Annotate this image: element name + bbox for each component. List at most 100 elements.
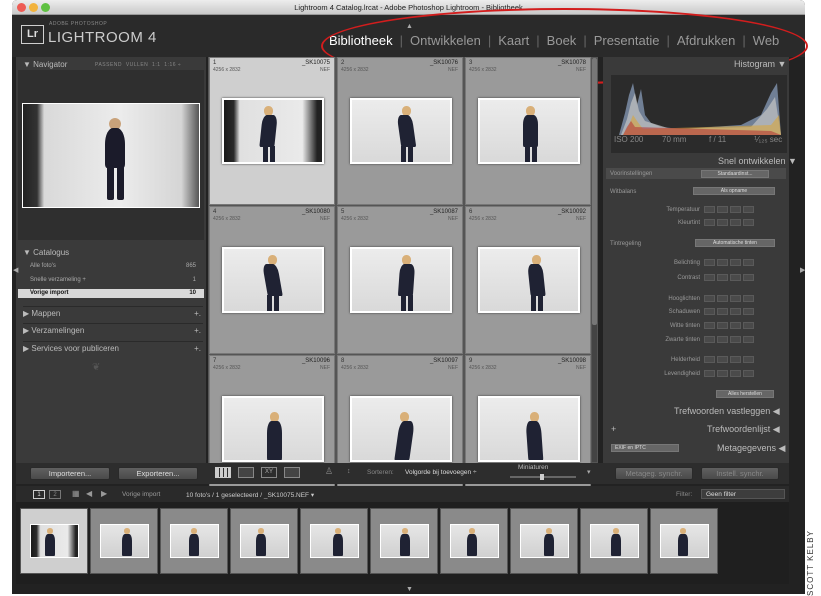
thumbnail-size-slider[interactable] bbox=[510, 474, 576, 480]
sort-select[interactable]: Volgorde bij toevoegen ÷ bbox=[405, 469, 477, 476]
bottom-panel-toggle-icon[interactable]: ▼ bbox=[406, 586, 413, 593]
thumbnail-size-slider-knob[interactable] bbox=[540, 474, 544, 480]
navigator-zoom-options[interactable]: PASSEND VULLEN 1:1 1:16 ÷ bbox=[95, 62, 181, 68]
section-mappen[interactable]: ▶ Mappen +. bbox=[23, 306, 203, 318]
grid-cell[interactable]: 4 _SK10080 4256 x 2832 NEF bbox=[209, 206, 335, 354]
left-panel-toggle-icon[interactable]: ◀ bbox=[13, 266, 18, 274]
reset-all-button[interactable]: Alles herstellen bbox=[716, 390, 774, 398]
presets-label: Voorinstellingen bbox=[610, 171, 653, 177]
cell-thumbnail[interactable] bbox=[478, 247, 580, 313]
keywording-header[interactable]: Trefwoorden vastleggen ◀ bbox=[674, 406, 780, 417]
cell-thumbnail[interactable] bbox=[222, 247, 324, 313]
top-panel-toggle-icon[interactable]: ▲ bbox=[406, 23, 413, 30]
loupe-view-icon[interactable] bbox=[238, 467, 254, 478]
sync-metadata-button[interactable]: Metageg. synchr. bbox=[615, 467, 693, 480]
toolbar-menu-chevron-icon[interactable]: ▾ bbox=[587, 468, 591, 476]
filmstrip-item[interactable] bbox=[160, 508, 228, 574]
filmstrip-thumbnail[interactable] bbox=[380, 524, 429, 558]
source-label[interactable]: Vorige import bbox=[122, 491, 160, 498]
highlights-buttons[interactable] bbox=[704, 295, 754, 302]
temperature-buttons[interactable] bbox=[704, 206, 754, 213]
catalog-item-all-photos[interactable]: Alle foto's 865 bbox=[18, 262, 204, 271]
grid-scrollbar[interactable] bbox=[592, 58, 597, 462]
cell-thumbnail[interactable] bbox=[350, 98, 452, 164]
filmstrip-thumbnail[interactable] bbox=[450, 524, 499, 558]
grid-toggle-icon[interactable]: ▦ bbox=[72, 489, 80, 498]
keyword-list-add-icon[interactable]: + bbox=[611, 424, 616, 434]
sort-direction-icon[interactable]: ↕ bbox=[347, 468, 351, 475]
exposure-buttons[interactable] bbox=[704, 259, 754, 266]
tint-buttons[interactable] bbox=[704, 219, 754, 226]
main-screen-button[interactable]: 1 bbox=[33, 490, 45, 499]
clarity-buttons[interactable] bbox=[704, 356, 754, 363]
grid-scrollbar-thumb[interactable] bbox=[592, 58, 597, 325]
sync-settings-button[interactable]: Instell. synchr. bbox=[701, 467, 779, 480]
compare-view-icon[interactable]: XY bbox=[261, 467, 277, 478]
catalog-item-previous-import[interactable]: Vorige import 10 bbox=[18, 289, 204, 298]
right-panel-toggle-icon[interactable]: ▶ bbox=[800, 266, 805, 274]
filmstrip-thumbnail[interactable] bbox=[100, 524, 149, 558]
grid-cell[interactable]: 1 _SK10075 4256 x 2832 NEF bbox=[209, 57, 335, 205]
cell-thumbnail[interactable] bbox=[222, 396, 324, 462]
filmstrip-thumbnail[interactable] bbox=[520, 524, 569, 558]
cell-thumbnail[interactable] bbox=[350, 396, 452, 462]
filmstrip-thumbnail[interactable] bbox=[30, 524, 79, 558]
catalog-header[interactable]: ▼ Catalogus bbox=[23, 248, 69, 257]
filmstrip-item[interactable] bbox=[90, 508, 158, 574]
keyword-list-header[interactable]: Trefwoordenlijst ◀ bbox=[707, 424, 780, 435]
quick-develop-header[interactable]: Snel ontwikkelen ▼ bbox=[718, 156, 797, 166]
catalog-item-quick-collection[interactable]: Snelle verzameling +1 bbox=[18, 276, 204, 285]
filmstrip-item[interactable] bbox=[580, 508, 648, 574]
painter-icon[interactable]: ♙ bbox=[325, 466, 333, 477]
cell-thumbnail[interactable] bbox=[478, 396, 580, 462]
auto-tone-button[interactable]: Automatische tinten bbox=[695, 239, 775, 247]
back-arrow-icon[interactable]: ◀ bbox=[86, 489, 92, 498]
filmstrip-item[interactable] bbox=[230, 508, 298, 574]
second-screen-button[interactable]: 2 bbox=[49, 490, 61, 499]
filmstrip-thumbnail[interactable] bbox=[660, 524, 709, 558]
histogram-header[interactable]: Histogram ▼ bbox=[734, 59, 786, 69]
shadows-buttons[interactable] bbox=[704, 308, 754, 315]
survey-view-icon[interactable] bbox=[284, 467, 300, 478]
presets-select[interactable]: Standaardinst... bbox=[701, 170, 769, 178]
zoom-window-button[interactable] bbox=[41, 3, 50, 12]
filmstrip-item[interactable] bbox=[370, 508, 438, 574]
filmstrip-thumbnail[interactable] bbox=[310, 524, 359, 558]
whites-buttons[interactable] bbox=[704, 322, 754, 329]
selection-info[interactable]: 10 foto's / 1 geselecteerd / _SK10075.NE… bbox=[186, 491, 314, 499]
vibrance-buttons[interactable] bbox=[704, 370, 754, 377]
section-services[interactable]: ▶ Services voor publiceren +. bbox=[23, 341, 203, 353]
grid-view-icon[interactable] bbox=[215, 467, 231, 478]
metadata-preset-select[interactable]: EXIF en IPTC bbox=[611, 444, 679, 452]
filmstrip-thumbnail[interactable] bbox=[170, 524, 219, 558]
import-button[interactable]: Importeren... bbox=[30, 467, 110, 480]
filmstrip-item[interactable] bbox=[440, 508, 508, 574]
metadata-header[interactable]: Metagegevens ◀ bbox=[717, 443, 785, 454]
filmstrip-item[interactable] bbox=[300, 508, 368, 574]
blacks-buttons[interactable] bbox=[704, 336, 754, 343]
navigator-header[interactable]: ▼ Navigator bbox=[23, 60, 67, 69]
filmstrip-thumbnail[interactable] bbox=[590, 524, 639, 558]
export-button[interactable]: Exporteren... bbox=[118, 467, 198, 480]
filmstrip-item[interactable] bbox=[650, 508, 718, 574]
grid-cell[interactable]: 5 _SK10087 4256 x 2832 NEF bbox=[337, 206, 463, 354]
cell-index: 8 bbox=[341, 358, 345, 364]
filmstrip-thumbnail[interactable] bbox=[240, 524, 289, 558]
navigator-photo[interactable] bbox=[22, 103, 200, 208]
filmstrip-item[interactable] bbox=[510, 508, 578, 574]
cell-thumbnail[interactable] bbox=[478, 98, 580, 164]
grid-cell[interactable]: 2 _SK10076 4256 x 2832 NEF bbox=[337, 57, 463, 205]
minimize-window-button[interactable] bbox=[29, 3, 38, 12]
section-verzamelingen[interactable]: ▶ Verzamelingen +. bbox=[23, 323, 203, 335]
filmstrip-item[interactable] bbox=[20, 508, 88, 574]
grid-cell[interactable]: 3 _SK10078 4256 x 2832 NEF bbox=[465, 57, 591, 205]
forward-arrow-icon[interactable]: ▶ bbox=[101, 489, 107, 498]
cell-thumbnail[interactable] bbox=[222, 98, 324, 164]
shadows-label: Schaduwen bbox=[668, 309, 700, 315]
wb-select[interactable]: Als opname bbox=[693, 187, 775, 195]
close-window-button[interactable] bbox=[17, 3, 26, 12]
filter-select[interactable]: Geen filter bbox=[701, 489, 785, 499]
cell-thumbnail[interactable] bbox=[350, 247, 452, 313]
grid-cell[interactable]: 6 _SK10092 4256 x 2832 NEF bbox=[465, 206, 591, 354]
contrast-buttons[interactable] bbox=[704, 274, 754, 281]
